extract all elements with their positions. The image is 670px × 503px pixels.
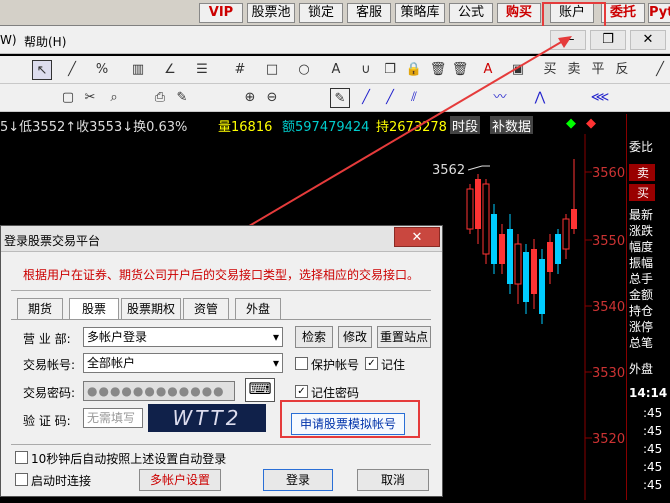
protect-account-checkbox[interactable]	[295, 357, 308, 370]
login-dialog: 登录股票交易平台 ✕ 根据用户在证券、期货公司开户后的交易接口类型，选择相应的交…	[0, 225, 443, 497]
account-select[interactable]: 全部帐户 ▾	[83, 353, 283, 373]
auto-connect-label: 启动时连接	[31, 474, 92, 488]
dialog-titlebar: 登录股票交易平台 ✕	[1, 226, 442, 252]
password-label: 交易密码:	[23, 386, 76, 400]
auto-login-checkbox[interactable]	[15, 451, 28, 464]
branch-label: 营 业 部:	[23, 332, 71, 346]
keyboard-icon[interactable]: ⌨	[245, 378, 275, 402]
tab-panel	[11, 319, 431, 320]
captcha-image[interactable]: WTT2	[148, 404, 266, 432]
protect-account-label: 保护帐号	[311, 358, 360, 372]
remember-account-checkbox[interactable]: ✓	[365, 357, 378, 370]
tab-stock[interactable]: 股票	[69, 298, 119, 320]
search-button[interactable]: 检索	[295, 326, 333, 348]
auto-connect-checkbox[interactable]	[15, 473, 28, 486]
captcha-input[interactable]: 无需填写	[83, 408, 143, 428]
modify-button[interactable]: 修改	[338, 326, 372, 348]
notice-text: 根据用户在证券、期货公司开户后的交易接口类型，选择相应的交易接口。	[23, 268, 420, 282]
dialog-title: 登录股票交易平台	[4, 234, 101, 248]
tab-futures[interactable]: 期货	[17, 298, 63, 320]
dropdown-icon: ▾	[272, 356, 279, 370]
branch-value: 多帐户登录	[87, 330, 148, 344]
account-label: 交易帐号:	[23, 358, 76, 372]
tab-asset-mgmt[interactable]: 资管	[183, 298, 229, 320]
tab-foreign[interactable]: 外盘	[235, 298, 281, 320]
reset-site-button[interactable]: 重置站点	[377, 326, 431, 348]
cancel-button[interactable]: 取消	[357, 469, 429, 491]
password-input[interactable]: ●●●●●●●●●●●●	[83, 381, 235, 401]
divider	[11, 290, 431, 291]
apply-highlight-box	[280, 400, 420, 438]
remember-password-label: 记住密码	[311, 386, 360, 400]
auto-login-label: 10秒钟后自动按照上述设置自动登录	[31, 452, 227, 466]
close-icon[interactable]: ✕	[394, 227, 440, 247]
remember-password-checkbox[interactable]: ✓	[295, 385, 308, 398]
divider	[11, 444, 431, 445]
account-value: 全部帐户	[87, 356, 136, 370]
tab-stock-options[interactable]: 股票期权	[121, 298, 181, 320]
remember-account-label: 记住	[381, 358, 406, 372]
dropdown-icon: ▾	[272, 330, 279, 344]
login-button[interactable]: 登录	[263, 469, 333, 491]
branch-select[interactable]: 多帐户登录 ▾	[83, 327, 283, 347]
captcha-label: 验 证 码:	[23, 414, 71, 428]
multi-account-button[interactable]: 多帐户设置	[139, 469, 221, 491]
